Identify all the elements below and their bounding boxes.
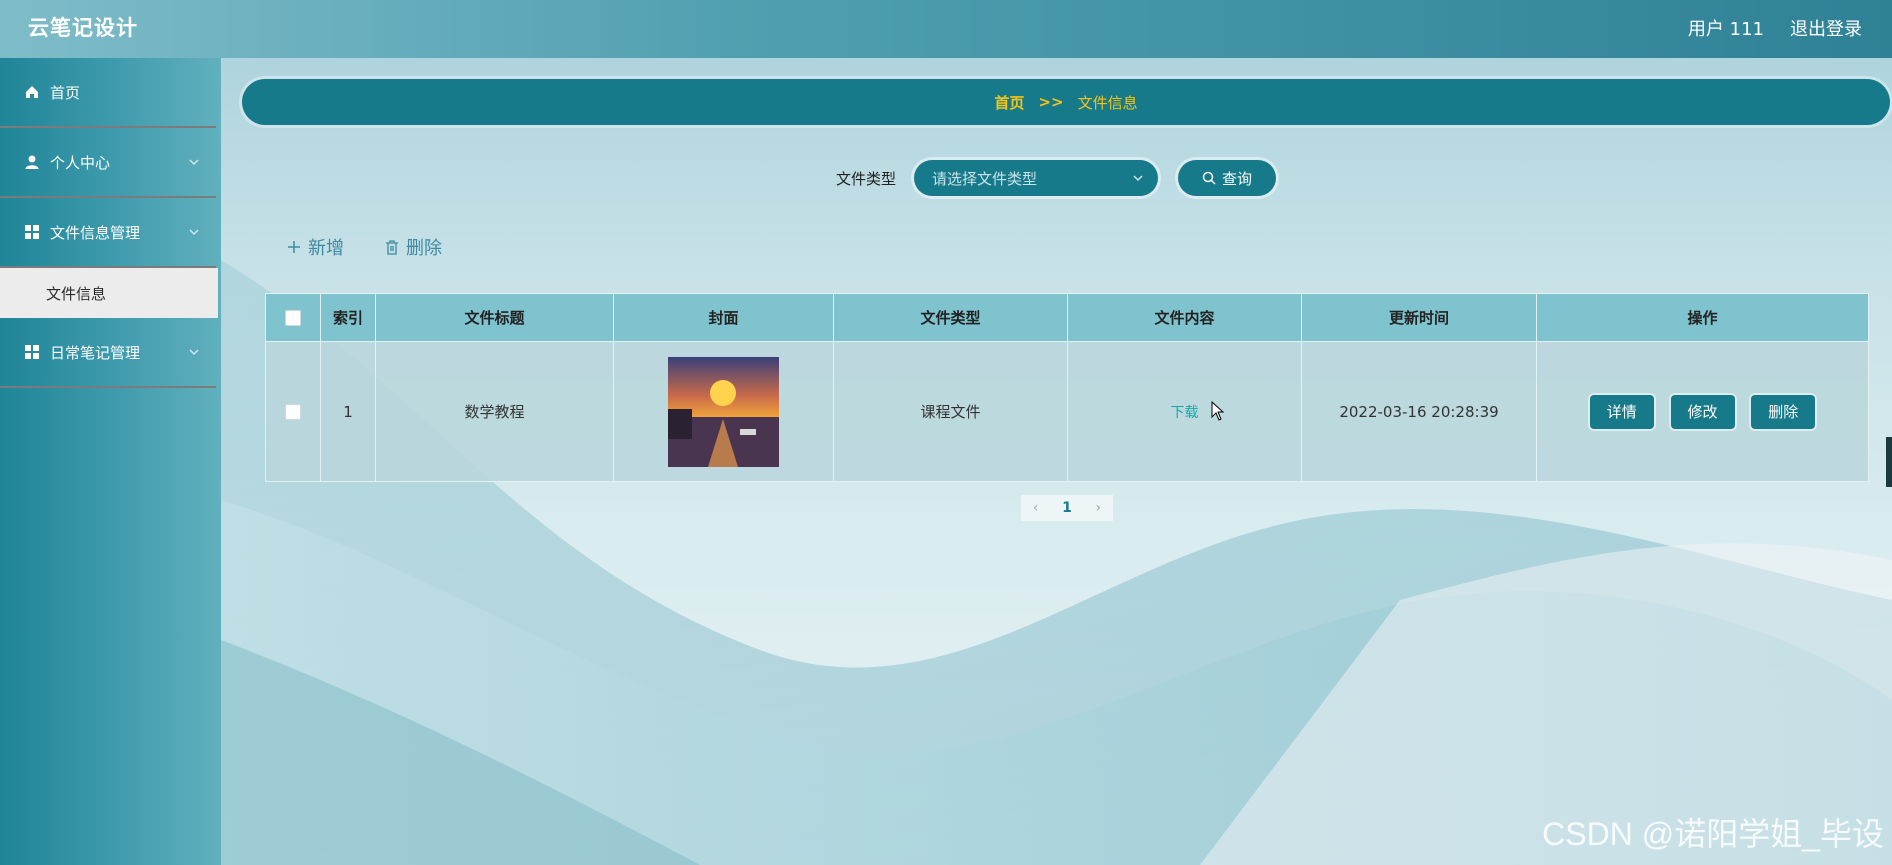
add-button-label: 新增 (308, 238, 344, 259)
plus-icon (288, 241, 300, 253)
row-ops-cell: 详情 修改 删除 (1536, 341, 1869, 482)
sidebar-subitem-file-info[interactable]: 文件信息 (0, 268, 218, 318)
file-table: 索引 文件标题 封面 文件类型 文件内容 更新时间 操作 1 数学教程 课程文件… (265, 293, 1869, 482)
bulk-delete-button[interactable]: 删除 (384, 234, 442, 260)
query-button[interactable]: 查询 (1178, 160, 1277, 196)
row-file-type: 课程文件 (833, 341, 1068, 482)
row-title: 数学教程 (375, 341, 614, 482)
chevron-left-icon[interactable]: ‹ (1033, 500, 1039, 516)
top-bar: 云笔记设计 用户 111 退出登录 (0, 0, 1892, 58)
scrollbar-thumb[interactable] (1886, 437, 1892, 487)
edit-button[interactable]: 修改 (1670, 394, 1735, 429)
detail-button[interactable]: 详情 (1589, 394, 1654, 429)
chevron-right-icon[interactable]: › (1096, 500, 1102, 516)
chevron-down-icon (189, 229, 199, 236)
mouse-cursor-icon (1211, 401, 1225, 421)
breadcrumb: 首页 >> 文件信息 (242, 79, 1890, 125)
grid-icon (24, 224, 40, 240)
sidebar-item-home[interactable]: 首页 (0, 58, 216, 128)
query-button-label: 查询 (1222, 169, 1253, 188)
home-icon (24, 84, 40, 100)
row-checkbox[interactable] (285, 404, 301, 420)
user-label[interactable]: 用户 111 (1688, 15, 1764, 41)
sidebar: 首页 个人中心 文件信息管理 文件信息 日常笔记管理 (0, 58, 221, 865)
chevron-down-icon (189, 159, 199, 166)
column-header: 更新时间 (1301, 293, 1537, 342)
chevron-down-icon (189, 349, 199, 356)
table-header-row: 索引 文件标题 封面 文件类型 文件内容 更新时间 操作 (265, 293, 1869, 342)
row-index: 1 (320, 341, 376, 482)
select-all-checkbox[interactable] (285, 310, 301, 326)
search-icon (1202, 171, 1216, 185)
app-title: 云笔记设计 (28, 16, 138, 40)
table-row: 1 数学教程 课程文件 下载 2022-03-16 20:28:39 详情 修改… (265, 341, 1869, 482)
file-type-label: 文件类型 (836, 169, 897, 188)
sidebar-item-label: 文件信息管理 (50, 223, 141, 242)
action-bar: 新增 删除 (286, 234, 442, 260)
trash-icon (386, 240, 398, 255)
delete-button[interactable]: 删除 (1751, 394, 1816, 429)
bulk-delete-label: 删除 (406, 238, 442, 259)
cover-image[interactable] (668, 356, 779, 467)
select-all-cell (265, 293, 321, 342)
column-header: 文件类型 (833, 293, 1068, 342)
download-link[interactable]: 下载 (1171, 405, 1199, 421)
breadcrumb-separator: >> (1038, 93, 1064, 111)
chevron-down-icon (1133, 175, 1143, 182)
search-bar: 文件类型 请选择文件类型 查询 (836, 160, 1277, 196)
grid-icon (24, 344, 40, 360)
sidebar-item-daily-notes[interactable]: 日常笔记管理 (0, 318, 216, 388)
add-button[interactable]: 新增 (286, 234, 344, 260)
sidebar-item-label: 日常笔记管理 (50, 343, 141, 362)
column-header: 文件标题 (375, 293, 614, 342)
breadcrumb-current: 文件信息 (1077, 93, 1138, 112)
pagination: ‹ 1 › (1021, 495, 1113, 521)
logout-link[interactable]: 退出登录 (1790, 15, 1862, 41)
column-header: 封面 (613, 293, 834, 342)
row-select-cell (265, 341, 321, 482)
sidebar-item-label: 首页 (50, 83, 81, 102)
file-type-select[interactable]: 请选择文件类型 (914, 160, 1159, 196)
sidebar-item-file-management[interactable]: 文件信息管理 (0, 198, 216, 268)
file-type-placeholder: 请选择文件类型 (932, 169, 1038, 188)
sidebar-item-personal-center[interactable]: 个人中心 (0, 128, 216, 198)
sidebar-item-label: 个人中心 (50, 153, 111, 172)
watermark: CSDN @诺阳学姐_毕设 (1542, 816, 1884, 852)
breadcrumb-home[interactable]: 首页 (994, 92, 1024, 113)
column-header: 文件内容 (1067, 293, 1302, 342)
user-icon (24, 154, 40, 170)
column-header: 索引 (320, 293, 376, 342)
row-cover-cell (613, 341, 834, 482)
row-updated: 2022-03-16 20:28:39 (1301, 341, 1537, 482)
row-content-cell: 下载 (1067, 341, 1302, 482)
page-number[interactable]: 1 (1062, 500, 1072, 516)
column-header: 操作 (1536, 293, 1869, 342)
